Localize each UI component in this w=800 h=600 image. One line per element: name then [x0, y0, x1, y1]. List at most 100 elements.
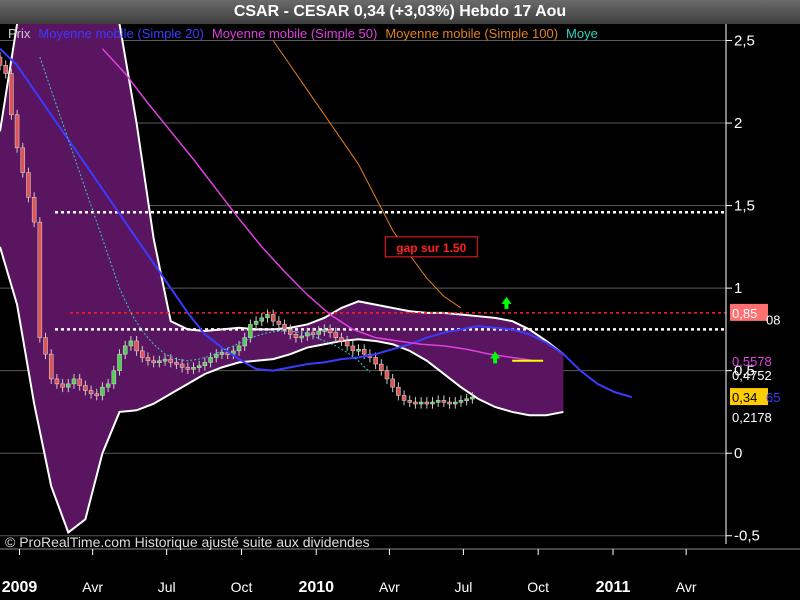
candle-body	[253, 320, 259, 325]
price-tag-label: 08	[766, 312, 780, 327]
candle-body	[293, 334, 299, 338]
y-tick-label: 2	[734, 115, 742, 132]
legend-item: Moyenne mobile (Simple 50)	[211, 26, 378, 41]
legend-item: Moyenne mobile (Simple 100)	[385, 26, 559, 41]
chart-title: CSAR - CESAR 0,34 (+3,03%) Hebdo 17 Aou	[0, 0, 800, 24]
candle-body	[390, 378, 395, 388]
annotation-text: gap sur 1.50	[396, 241, 466, 255]
candle-body	[430, 401, 435, 405]
candle-body	[9, 73, 14, 116]
candle-body	[219, 352, 225, 355]
candle-body	[470, 396, 475, 400]
up-arrow-icon	[501, 296, 512, 309]
candle-body	[174, 362, 179, 365]
candle-body	[458, 400, 464, 403]
x-tick-label: Avr	[676, 579, 697, 595]
x-tick-label: 2009	[2, 579, 38, 596]
candle-body	[191, 367, 196, 370]
candle-body	[453, 401, 458, 405]
candle-body	[20, 147, 26, 173]
candle-body	[310, 332, 316, 335]
candle-body	[179, 363, 185, 368]
price-tag-label: 65	[766, 390, 780, 405]
candle-body	[196, 365, 202, 368]
candle-body	[361, 348, 367, 355]
candle-body	[339, 337, 344, 342]
candle-body	[435, 400, 441, 403]
price-tag-label: 0,34	[732, 390, 757, 405]
candle-body	[259, 317, 265, 322]
candle-body	[60, 383, 65, 388]
candle-body	[134, 340, 139, 352]
candle-body	[344, 340, 350, 347]
legend-item: Moye	[566, 26, 598, 41]
x-tick-label: Jul	[158, 579, 176, 595]
candle-body	[322, 329, 327, 332]
legend: Prix Moyenne mobile (Simple 20) Moyenne mo…	[8, 25, 726, 43]
y-tick-label: 1,5	[734, 198, 755, 215]
candle-body	[208, 357, 213, 363]
candle-body	[48, 353, 54, 380]
y-tick-label: 2,5	[734, 33, 755, 50]
candle-body	[287, 329, 293, 335]
x-tick-label: Oct	[231, 579, 253, 595]
candle-body	[157, 360, 162, 364]
price-chart[interactable]: gap sur 1.50 -0,500,511,522,52009 Avr Jul O…	[0, 24, 800, 600]
candle-body	[413, 401, 418, 405]
candle-body	[94, 393, 99, 397]
candle-body	[236, 345, 242, 352]
candle-body	[379, 363, 384, 371]
candle-body	[111, 370, 117, 385]
x-tick-label: 2010	[298, 579, 334, 596]
x-tick-label: Oct	[527, 579, 549, 595]
candle-body	[122, 345, 128, 355]
candle-body	[88, 390, 94, 395]
candle-body	[37, 221, 43, 338]
candle-body	[373, 357, 378, 365]
x-tick-label: Avr	[82, 579, 103, 595]
candle-body	[3, 65, 8, 74]
candle-body	[151, 360, 156, 364]
candle-body	[248, 324, 253, 338]
moving-average-line	[272, 40, 462, 309]
x-tick-label: Avr	[379, 579, 400, 595]
candle-body	[185, 367, 191, 370]
candle-body	[464, 398, 469, 401]
x-tick-label: 2011	[596, 579, 631, 596]
candle-body	[401, 395, 407, 401]
candle-body	[327, 329, 333, 333]
candle-body	[418, 401, 424, 405]
candle-body	[100, 386, 105, 396]
y-tick-label: 0	[734, 445, 742, 462]
legend-item: Moyenne mobile (Simple 20)	[38, 26, 204, 41]
copyright-text: © ProRealTime.com Historique ajusté suit…	[5, 534, 370, 550]
candle-body	[168, 358, 173, 363]
bollinger-band	[0, 24, 565, 535]
y-tick-label: -0,5	[734, 528, 760, 545]
candle-body	[424, 401, 430, 405]
x-tick-label: Jul	[454, 579, 472, 595]
candle-body	[71, 378, 77, 385]
candle-body	[105, 383, 111, 388]
candle-body	[356, 348, 361, 352]
candle-body	[0, 56, 3, 66]
candle-body	[83, 385, 88, 391]
candle-body	[31, 197, 37, 223]
y-tick-label: 1	[734, 280, 742, 297]
candle-body	[202, 362, 208, 366]
candle-body	[270, 314, 276, 322]
candle-body	[128, 340, 134, 347]
candle-body	[66, 383, 71, 388]
bollinger-fill	[0, 24, 564, 533]
candle-body	[299, 335, 304, 339]
candle-body	[265, 314, 270, 319]
candle-body	[396, 386, 401, 396]
candle-body	[282, 324, 287, 330]
candle-body	[54, 378, 60, 385]
candle-body	[447, 401, 452, 405]
candle-body	[276, 320, 282, 325]
candle-body	[14, 114, 20, 149]
candle-body	[43, 337, 48, 355]
price-tag-label: 0,2178	[732, 410, 772, 425]
candle-body	[316, 330, 321, 335]
